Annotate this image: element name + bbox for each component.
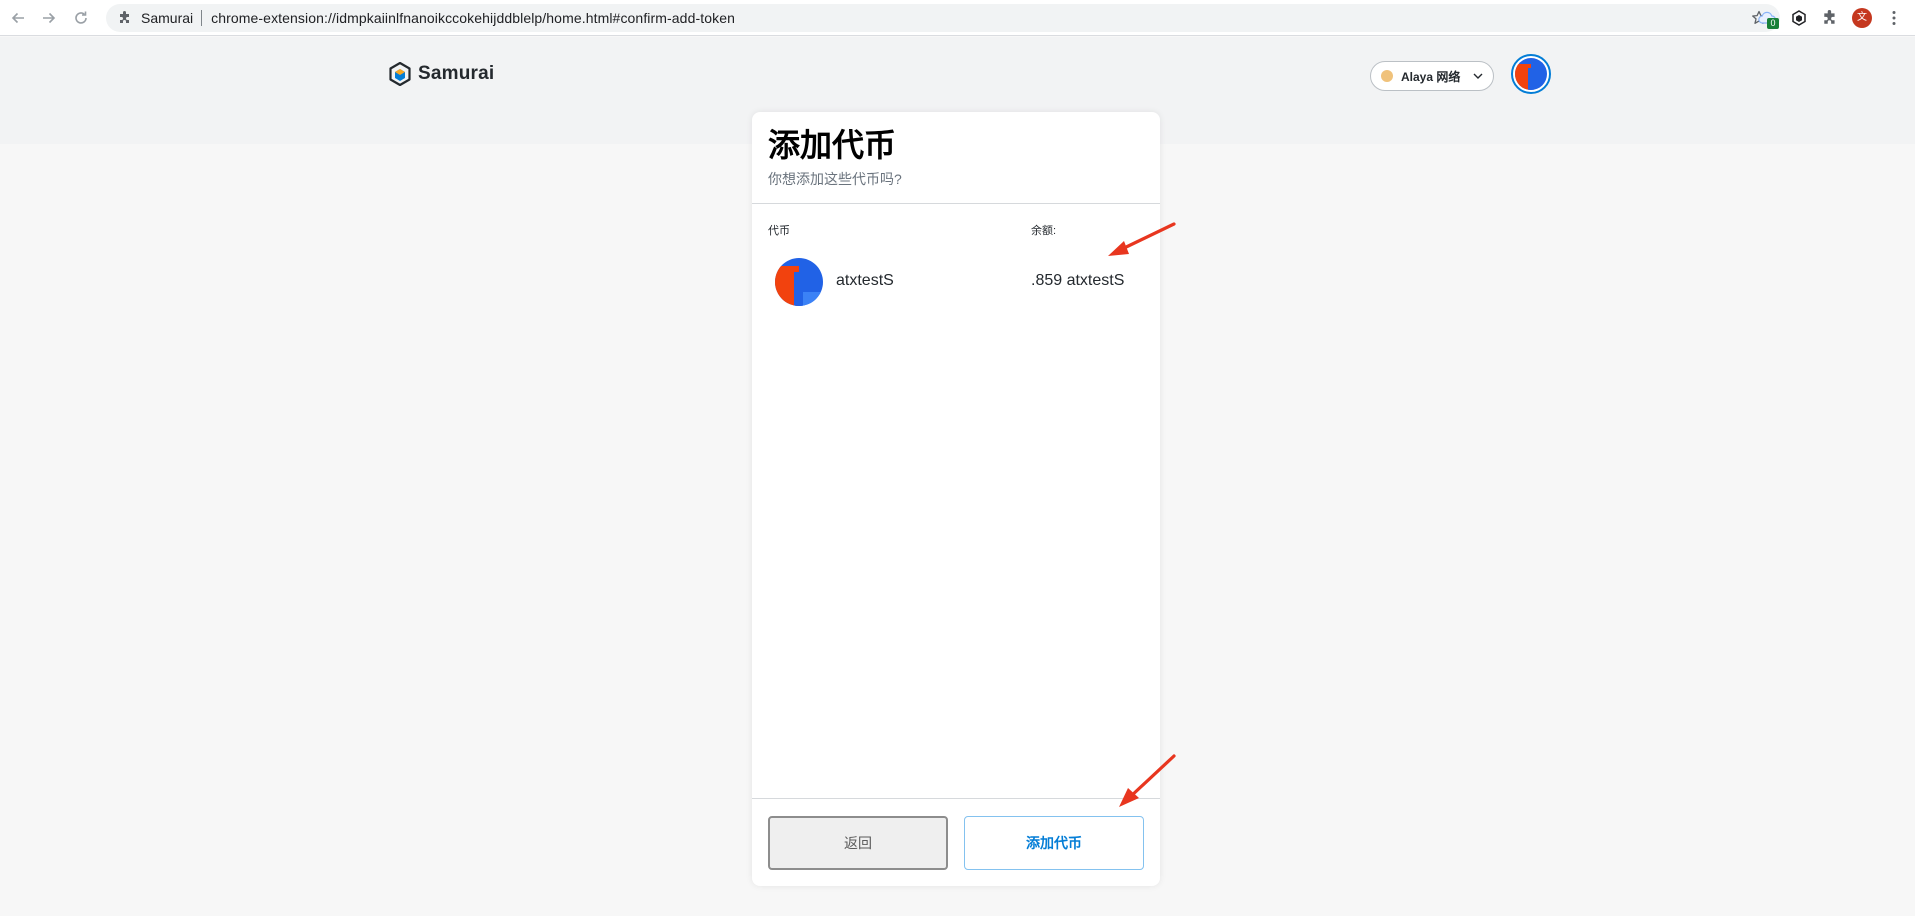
back-button[interactable]: 返回 <box>768 816 948 870</box>
network-status-dot <box>1381 70 1393 82</box>
account-identicon[interactable] <box>1511 54 1551 94</box>
samurai-cube-icon <box>389 62 411 86</box>
extension-puzzle-icon <box>117 10 133 26</box>
account-identicon-graphic <box>1515 58 1547 90</box>
token-column-header: 代币 <box>768 225 790 237</box>
network-selector[interactable]: Alaya 网络 <box>1370 61 1494 91</box>
cloud-extension-icon[interactable]: 0 <box>1757 8 1779 29</box>
page-title: 添加代币 <box>768 127 897 163</box>
chevron-down-icon <box>1473 73 1483 79</box>
back-arrow-icon[interactable] <box>8 8 28 28</box>
extension-badge: 0 <box>1767 18 1779 29</box>
header-divider <box>752 203 1160 204</box>
samurai-logo[interactable]: Samurai <box>389 62 494 86</box>
footer-divider <box>752 798 1160 799</box>
reload-icon[interactable] <box>71 8 91 28</box>
token-balance: .859 atxtestS <box>1031 272 1125 289</box>
add-token-button[interactable]: 添加代币 <box>964 816 1144 870</box>
profile-initial: 文 <box>1852 8 1872 28</box>
token-row: atxtestS .859 atxtestS <box>752 252 1160 312</box>
samurai-extension-icon[interactable] <box>1789 8 1809 28</box>
token-symbol: atxtestS <box>836 272 894 289</box>
url-divider <box>201 10 203 26</box>
url-text[interactable]: chrome-extension://idmpkaiinlfnanoikccok… <box>211 10 735 26</box>
profile-avatar-icon[interactable]: 文 <box>1852 8 1872 28</box>
page-subtitle: 你想添加这些代币吗? <box>768 171 902 187</box>
network-label: Alaya 网络 <box>1401 69 1461 84</box>
forward-arrow-icon[interactable] <box>39 8 59 28</box>
kebab-menu-icon[interactable] <box>1884 8 1904 28</box>
site-name: Samurai <box>141 10 194 26</box>
extensions-puzzle-icon[interactable] <box>1820 8 1840 28</box>
token-identicon <box>775 258 823 306</box>
address-bar[interactable]: Samurai chrome-extension://idmpkaiinlfna… <box>106 4 1780 32</box>
balance-column-header: 余额: <box>1031 225 1057 237</box>
confirm-add-token-card: 添加代币 你想添加这些代币吗? 代币 余额: atxtestS .859 atx… <box>752 112 1160 886</box>
browser-toolbar: Samurai chrome-extension://idmpkaiinlfna… <box>0 0 1915 36</box>
logo-text: Samurai <box>418 63 495 84</box>
